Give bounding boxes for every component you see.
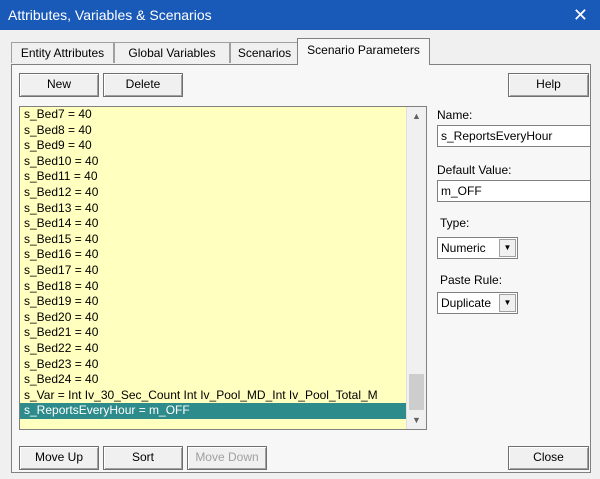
- list-item[interactable]: s_Bed17 = 40: [20, 263, 407, 279]
- list-item[interactable]: s_ReportsEveryHour = m_OFF: [20, 403, 407, 419]
- list-item[interactable]: s_Bed7 = 40: [20, 107, 407, 123]
- close-button[interactable]: Close: [508, 446, 589, 470]
- list-item[interactable]: s_Bed15 = 40: [20, 232, 407, 248]
- parameter-list[interactable]: s_Bed7 = 40 s_Bed8 = 40 s_Bed9 = 40 s_Bed10…: [19, 106, 427, 430]
- help-button[interactable]: Help: [508, 73, 589, 97]
- list-item[interactable]: s_Bed21 = 40: [20, 325, 407, 341]
- move-down-button: Move Down: [187, 446, 267, 470]
- parameter-list-items: s_Bed7 = 40 s_Bed8 = 40 s_Bed9 = 40 s_Bed10…: [20, 107, 407, 419]
- list-item[interactable]: s_Bed19 = 40: [20, 294, 407, 310]
- title-bar: Attributes, Variables & Scenarios ✕: [0, 0, 600, 30]
- chevron-up-icon[interactable]: ▲: [407, 107, 426, 125]
- list-item[interactable]: s_Var = Int Iv_30_Sec_Count Int Iv_Pool_…: [20, 388, 407, 404]
- paste-rule-select[interactable]: Duplicate ▼: [437, 292, 518, 314]
- tab-global-variables[interactable]: Global Variables: [114, 42, 230, 63]
- window-title: Attributes, Variables & Scenarios: [8, 7, 212, 23]
- list-item[interactable]: s_Bed14 = 40: [20, 216, 407, 232]
- list-item[interactable]: s_Bed12 = 40: [20, 185, 407, 201]
- chevron-down-icon[interactable]: ▼: [407, 411, 426, 429]
- type-label: Type:: [440, 216, 470, 230]
- paste-rule-value: Duplicate: [441, 296, 492, 310]
- delete-button[interactable]: Delete: [103, 73, 183, 97]
- tab-label: Global Variables: [128, 46, 216, 60]
- list-item[interactable]: s_Bed24 = 40: [20, 372, 407, 388]
- name-label: Name:: [437, 108, 473, 122]
- tab-label: Scenarios: [237, 46, 292, 60]
- chevron-down-icon[interactable]: ▼: [499, 294, 516, 312]
- tab-scenarios[interactable]: Scenarios: [230, 42, 299, 63]
- list-item[interactable]: s_Bed9 = 40: [20, 138, 407, 154]
- chevron-down-icon[interactable]: ▼: [499, 239, 516, 257]
- default-value-field[interactable]: m_OFF: [437, 180, 591, 202]
- close-icon[interactable]: ✕: [573, 5, 588, 26]
- move-up-button[interactable]: Move Up: [19, 446, 99, 470]
- tab-label: Scenario Parameters: [307, 43, 420, 57]
- tab-label: Entity Attributes: [20, 46, 105, 60]
- tab-scenario-parameters[interactable]: Scenario Parameters: [297, 38, 430, 65]
- name-field[interactable]: s_ReportsEveryHour: [437, 125, 591, 147]
- type-select[interactable]: Numeric ▼: [437, 237, 518, 259]
- type-value: Numeric: [441, 241, 486, 255]
- list-item[interactable]: s_Bed16 = 40: [20, 247, 407, 263]
- list-scrollbar[interactable]: ▲ ▼: [406, 107, 426, 429]
- scrollbar-thumb[interactable]: [409, 374, 424, 410]
- paste-rule-label: Paste Rule:: [440, 273, 503, 287]
- default-value-label: Default Value:: [437, 163, 512, 177]
- list-item[interactable]: s_Bed10 = 40: [20, 154, 407, 170]
- list-item[interactable]: s_Bed22 = 40: [20, 341, 407, 357]
- sort-button[interactable]: Sort: [103, 446, 183, 470]
- tab-entity-attributes[interactable]: Entity Attributes: [11, 42, 114, 63]
- list-item[interactable]: s_Bed23 = 40: [20, 357, 407, 373]
- list-item[interactable]: s_Bed8 = 40: [20, 123, 407, 139]
- list-item[interactable]: s_Bed18 = 40: [20, 279, 407, 295]
- list-item[interactable]: s_Bed11 = 40: [20, 169, 407, 185]
- new-button[interactable]: New: [19, 73, 99, 97]
- list-item[interactable]: s_Bed20 = 40: [20, 310, 407, 326]
- list-item[interactable]: s_Bed13 = 40: [20, 201, 407, 217]
